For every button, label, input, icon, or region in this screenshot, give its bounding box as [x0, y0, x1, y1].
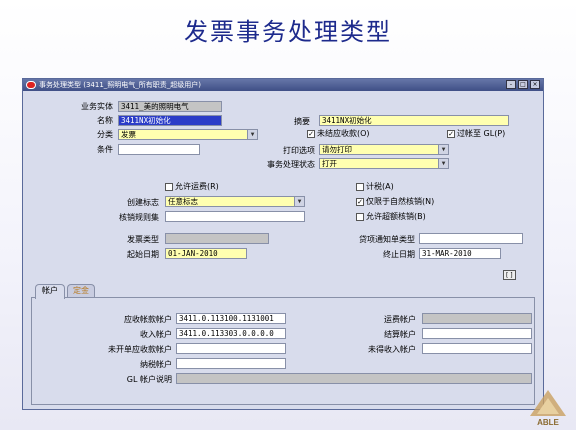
natural-application-label: 仅限于自然核销(N): [366, 197, 435, 206]
allow-overapplication-label: 允许超额核销(B): [366, 212, 426, 221]
revenue-account-field[interactable]: 3411.0.113303.0.0.0.0: [176, 328, 286, 339]
terms-field[interactable]: [118, 144, 200, 155]
logo-text: ABLE: [537, 418, 559, 427]
tax-checkbox[interactable]: [356, 183, 364, 191]
maximize-button[interactable]: □: [518, 80, 528, 89]
credit-memo-type-label: 贷项通知单类型: [359, 235, 415, 244]
name-field[interactable]: 3411NX初始化: [118, 115, 222, 126]
window-titlebar[interactable]: 事务处理类型 (3411_照明电气_所有职责_超级用户) - □ ×: [23, 79, 543, 91]
print-option-value: 请勿打印: [322, 145, 352, 154]
invoice-type-label: 发票类型: [127, 235, 159, 244]
post-to-gl-checkbox[interactable]: ✓: [447, 130, 455, 138]
transaction-status-select[interactable]: 打开 ▼: [319, 158, 449, 169]
gl-description-label: GL 帐户说明: [126, 375, 172, 384]
print-option-label: 打印选项: [283, 146, 315, 155]
transaction-status-label: 事务处理状态: [267, 160, 315, 169]
natural-application-checkbox[interactable]: ✓: [356, 198, 364, 206]
clearing-account-field[interactable]: [422, 328, 532, 339]
freight-account-label: 运费帐户: [384, 315, 416, 324]
description-label: 摘要: [294, 117, 310, 126]
minimize-button[interactable]: -: [506, 80, 516, 89]
tab-accounts[interactable]: 帐户: [35, 284, 65, 299]
able-logo: ABLE: [530, 390, 566, 427]
chevron-down-icon[interactable]: ▼: [247, 130, 257, 139]
tax-account-field[interactable]: [176, 358, 286, 369]
close-button[interactable]: ×: [530, 80, 540, 89]
receivable-account-label: 应收帐款帐户: [124, 315, 172, 324]
invoice-type-field[interactable]: [165, 233, 269, 244]
creation-sign-label: 创建标志: [127, 198, 159, 207]
chevron-down-icon[interactable]: ▼: [438, 145, 448, 154]
end-date-field[interactable]: 31-MAR-2010: [419, 248, 501, 259]
name-label: 名称: [97, 116, 113, 125]
gl-description-field[interactable]: [176, 373, 532, 384]
chevron-down-icon[interactable]: ▼: [438, 159, 448, 168]
transaction-types-window: 事务处理类型 (3411_照明电气_所有职责_超级用户) - □ × 业务实体 …: [22, 78, 544, 410]
allow-freight-label: 允许运费(R): [175, 182, 219, 191]
receivable-account-field[interactable]: 3411.0.113100.1131001: [176, 313, 286, 324]
unbilled-receivable-label: 未开单应收款帐户: [108, 345, 172, 354]
chevron-down-icon[interactable]: ▼: [294, 197, 304, 206]
unearned-revenue-label: 未得收入帐户: [368, 345, 416, 354]
post-to-gl-label: 过帐至 GL(P): [457, 129, 506, 138]
revenue-account-label: 收入帐户: [140, 330, 172, 339]
open-receivable-checkbox[interactable]: ✓: [307, 130, 315, 138]
window-title: 事务处理类型 (3411_照明电气_所有职责_超级用户): [39, 81, 202, 89]
unearned-revenue-field[interactable]: [422, 343, 532, 354]
start-date-label: 起始日期: [127, 250, 159, 259]
class-select[interactable]: 发票 ▼: [118, 129, 258, 140]
start-date-field[interactable]: 01-JAN-2010: [165, 248, 247, 259]
application-rule-set-field[interactable]: [165, 211, 305, 222]
credit-memo-type-field[interactable]: [419, 233, 523, 244]
app-icon: [26, 81, 36, 89]
tab-deposit[interactable]: 定金: [67, 284, 95, 298]
business-entity-label: 业务实体: [81, 102, 113, 111]
open-receivable-label: 未结应收款(O): [317, 129, 370, 138]
accounts-tab-panel: 应收帐款帐户 3411.0.113100.1131001 收入帐户 3411.0…: [31, 297, 535, 405]
allow-overapplication-checkbox[interactable]: [356, 213, 364, 221]
tax-label: 计税(A): [366, 182, 394, 191]
class-label: 分类: [97, 130, 113, 139]
allow-freight-checkbox[interactable]: [165, 183, 173, 191]
application-rule-set-label: 核销规则集: [119, 213, 159, 222]
business-entity-field[interactable]: 3411_美的照明电气: [118, 101, 222, 112]
creation-sign-value: 任意标志: [168, 197, 198, 206]
unbilled-receivable-field[interactable]: [176, 343, 286, 354]
freight-account-field[interactable]: [422, 313, 532, 324]
bracket-button[interactable]: [ ]: [503, 270, 516, 280]
end-date-label: 终止日期: [383, 250, 415, 259]
print-option-select[interactable]: 请勿打印 ▼: [319, 144, 449, 155]
creation-sign-select[interactable]: 任意标志 ▼: [165, 196, 305, 207]
tax-account-label: 纳税帐户: [140, 360, 172, 369]
terms-label: 条件: [97, 145, 113, 154]
transaction-status-value: 打开: [322, 159, 337, 168]
class-value: 发票: [121, 130, 136, 139]
clearing-account-label: 结算帐户: [384, 330, 416, 339]
description-field[interactable]: 3411NX初始化: [319, 115, 509, 126]
slide-title: 发票事务处理类型: [184, 18, 392, 46]
